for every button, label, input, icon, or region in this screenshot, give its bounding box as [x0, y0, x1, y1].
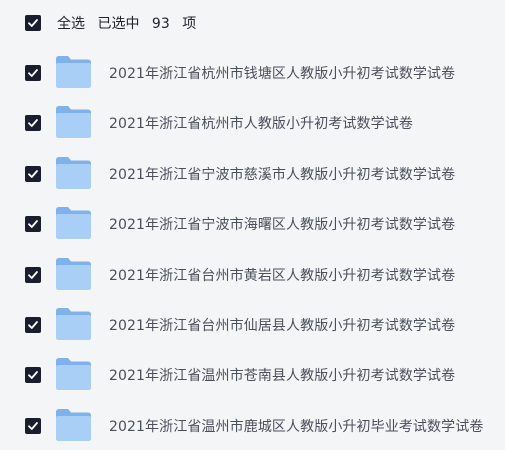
- file-selection-panel: 全选 已选中 93 项 2021年浙江省杭州市钱塘区人教版小升初考试数学试卷 20…: [0, 0, 505, 450]
- folder-icon: [55, 408, 92, 442]
- selected-suffix: 项: [182, 16, 197, 32]
- file-checkbox[interactable]: [25, 115, 41, 132]
- file-checkbox[interactable]: [25, 216, 41, 233]
- file-name[interactable]: 2021年浙江省宁波市海曙区人教版小升初考试数学试卷: [109, 214, 455, 234]
- file-list: 2021年浙江省杭州市钱塘区人教版小升初考试数学试卷 2021年浙江省杭州市人教版…: [0, 46, 505, 449]
- checkmark-icon: [28, 19, 38, 27]
- file-checkbox[interactable]: [25, 417, 41, 434]
- selection-summary: 全选 已选中 93 项: [57, 13, 204, 33]
- checkmark-icon: [28, 321, 38, 329]
- checkmark-icon: [28, 270, 38, 279]
- selection-header: 全选 已选中 93 项: [0, 0, 505, 46]
- file-row[interactable]: 2021年浙江省温州市鹿城区人教版小升初毕业考试数学试卷: [0, 399, 505, 449]
- select-all-checkbox[interactable]: [25, 15, 41, 31]
- file-row[interactable]: 2021年浙江省杭州市钱塘区人教版小升初考试数学试卷: [0, 46, 505, 96]
- folder-icon: [55, 55, 92, 89]
- checkmark-icon: [28, 421, 38, 430]
- file-name[interactable]: 2021年浙江省杭州市钱塘区人教版小升初考试数学试卷: [109, 63, 455, 83]
- file-checkbox[interactable]: [25, 316, 41, 333]
- file-name[interactable]: 2021年浙江省台州市仙居县人教版小升初考试数学试卷: [109, 315, 455, 335]
- file-name[interactable]: 2021年浙江省杭州市人教版小升初考试数学试卷: [109, 113, 413, 133]
- folder-icon: [55, 206, 92, 240]
- checkmark-icon: [28, 169, 38, 178]
- folder-icon: [55, 257, 92, 291]
- checkmark-icon: [28, 119, 38, 128]
- file-name[interactable]: 2021年浙江省宁波市慈溪市人教版小升初考试数学试卷: [109, 164, 455, 184]
- file-name[interactable]: 2021年浙江省温州市苍南县人教版小升初考试数学试卷: [109, 365, 455, 385]
- file-checkbox[interactable]: [25, 266, 41, 283]
- file-row[interactable]: 2021年浙江省台州市黄岩区人教版小升初考试数学试卷: [0, 248, 505, 298]
- file-row[interactable]: 2021年浙江省宁波市慈溪市人教版小升初考试数学试卷: [0, 147, 505, 197]
- folder-icon: [55, 105, 92, 139]
- checkmark-icon: [28, 69, 38, 77]
- file-row[interactable]: 2021年浙江省宁波市海曙区人教版小升初考试数学试卷: [0, 197, 505, 247]
- folder-icon: [55, 307, 92, 341]
- select-all-label[interactable]: 全选: [57, 16, 85, 32]
- selected-prefix: 已选中: [97, 16, 140, 32]
- file-row[interactable]: 2021年浙江省杭州市人教版小升初考试数学试卷: [0, 96, 505, 146]
- file-name[interactable]: 2021年浙江省温州市鹿城区人教版小升初毕业考试数学试卷: [109, 416, 483, 436]
- file-name[interactable]: 2021年浙江省台州市黄岩区人教版小升初考试数学试卷: [109, 265, 455, 285]
- checkmark-icon: [28, 220, 38, 229]
- file-checkbox[interactable]: [25, 367, 41, 384]
- folder-icon: [55, 156, 92, 190]
- selected-count: 93: [151, 16, 170, 32]
- file-row[interactable]: 2021年浙江省台州市仙居县人教版小升初考试数学试卷: [0, 298, 505, 348]
- checkmark-icon: [28, 371, 38, 380]
- file-row[interactable]: 2021年浙江省温州市苍南县人教版小升初考试数学试卷: [0, 348, 505, 398]
- file-checkbox[interactable]: [25, 165, 41, 182]
- file-checkbox[interactable]: [25, 65, 41, 81]
- folder-icon: [55, 357, 92, 391]
